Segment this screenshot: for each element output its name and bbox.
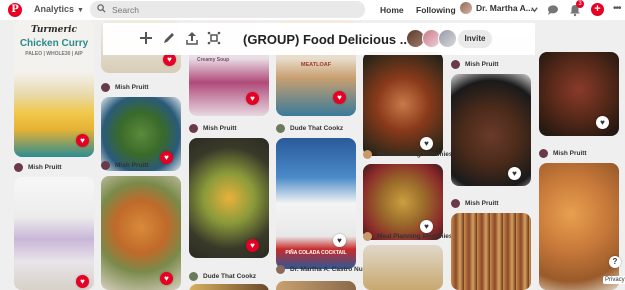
pinterest-logo-icon[interactable]: P <box>8 3 22 17</box>
edit-pencil-icon[interactable] <box>162 31 176 45</box>
save-heart-icon[interactable]: ♥ <box>76 275 89 288</box>
pin-attribution[interactable]: Mish Pruitt <box>189 124 237 133</box>
messages-icon[interactable] <box>546 3 560 17</box>
avatar <box>101 83 110 92</box>
attribution-name: Mish Pruitt <box>203 125 237 132</box>
analytics-label: Analytics <box>34 4 75 14</box>
save-heart-icon[interactable]: ♥ <box>160 151 173 164</box>
avatar <box>363 150 372 159</box>
pin-soup-bowl[interactable]: ♥ <box>363 164 443 240</box>
pin-title: MEATLOAF <box>300 62 332 68</box>
profile-name: Dr. Martha A... <box>476 3 533 13</box>
attribution-name: Mish Pruitt <box>465 61 499 68</box>
pin-title-line1: Turmeric <box>30 25 78 35</box>
notification-count-badge: 3 <box>576 0 584 8</box>
attribution-name: Meal Planning Mommies <box>377 151 453 158</box>
pin-attribution[interactable]: Dude That Cookz <box>189 272 256 281</box>
analytics-menu[interactable]: Analytics ▼ <box>34 4 84 14</box>
create-pin-button[interactable]: + <box>591 3 604 16</box>
save-heart-icon[interactable]: ♥ <box>333 91 346 104</box>
save-heart-icon[interactable]: ♥ <box>508 167 521 180</box>
attribution-name: Dr. Martha A. Castro Nu... <box>290 266 369 273</box>
collaborator-avatar[interactable] <box>438 29 457 48</box>
pin-skewers[interactable] <box>451 213 531 290</box>
pin-roast-beef[interactable]: ♥ <box>539 52 619 136</box>
avatar <box>451 60 460 69</box>
attribution-name: Mish Pruitt <box>115 84 149 91</box>
save-heart-icon[interactable]: ♥ <box>160 272 173 285</box>
more-options-icon[interactable]: ••• <box>613 3 621 14</box>
save-heart-icon[interactable]: ♥ <box>76 134 89 147</box>
add-icon[interactable] <box>139 31 153 45</box>
pin-turmeric-chicken-curry[interactable]: Turmeric Chicken Curry PALEO | WHOLE30 |… <box>14 20 94 157</box>
pin-roasted-vegetables[interactable]: ♥ <box>189 138 269 258</box>
save-heart-icon[interactable]: ♥ <box>596 116 609 129</box>
pin-green-salad[interactable]: ♥ <box>101 97 181 171</box>
avatar <box>363 232 372 241</box>
avatar <box>189 124 198 133</box>
pin-attribution[interactable]: Meal Planning Mommies <box>363 232 453 241</box>
chevron-down-icon: ▼ <box>77 7 84 14</box>
pin-cast-iron-steak[interactable]: ♥ <box>451 74 531 186</box>
pin-attribution[interactable]: Mish Pruitt <box>101 83 149 92</box>
pin-attribution[interactable]: Mish Pruitt <box>451 60 499 69</box>
help-button[interactable]: ? <box>609 256 621 268</box>
pin-attribution[interactable]: Dude That Cookz <box>276 124 343 133</box>
pin-attribution[interactable]: Dr. Martha A. Castro Nu... <box>276 265 368 274</box>
search-bar[interactable] <box>90 1 365 18</box>
board-title: (GROUP) Food Delicious ... <box>243 32 411 47</box>
avatar <box>539 149 548 158</box>
attribution-name: Mish Pruitt <box>28 164 62 171</box>
attribution-name: Mish Pruitt <box>115 162 149 169</box>
invite-button[interactable]: Invite <box>458 30 492 48</box>
save-heart-icon[interactable]: ♥ <box>333 234 346 247</box>
top-navigation-bar: P Analytics▼ Home Following Dr. Martha A… <box>0 0 625 20</box>
organize-icon[interactable] <box>207 31 221 45</box>
attribution-name: Dude That Cookz <box>203 273 257 280</box>
avatar <box>276 265 285 274</box>
avatar <box>460 2 472 14</box>
attribution-name: Meal Planning Mommies <box>377 233 453 240</box>
home-link[interactable]: Home <box>380 5 404 15</box>
pin-lavender-drink[interactable]: ♥ <box>14 177 94 290</box>
pin-grilled-chicken[interactable]: ♥ <box>363 52 443 156</box>
pin-pizza[interactable]: ♥ <box>101 176 181 290</box>
save-heart-icon[interactable]: ♥ <box>246 239 259 252</box>
pin-attribution[interactable]: Mish Pruitt <box>451 199 499 208</box>
pin-food-bottom[interactable] <box>189 284 269 290</box>
save-heart-icon[interactable]: ♥ <box>246 92 259 105</box>
pin-subtitle: PALEO | WHOLE30 | AIP <box>25 51 83 57</box>
profile-button[interactable]: Dr. Martha A... <box>460 2 533 14</box>
attribution-name: Mish Pruitt <box>553 150 587 157</box>
search-input[interactable] <box>112 3 352 16</box>
avatar <box>276 124 285 133</box>
pin-attribution[interactable]: Meal Planning Mommies <box>363 150 453 159</box>
avatar <box>14 163 23 172</box>
avatar <box>101 161 110 170</box>
pin-roasted-potatoes[interactable] <box>539 163 619 290</box>
pin-attribution[interactable]: Mish Pruitt <box>101 161 149 170</box>
pin-attribution[interactable]: Mish Pruitt <box>539 149 587 158</box>
attribution-name: Dude That Cookz <box>290 125 344 132</box>
search-icon <box>97 4 106 13</box>
pin-pina-colada[interactable]: PIÑA COLADA COCKTAIL ♥ <box>276 138 356 269</box>
avatar <box>451 199 460 208</box>
chevron-down-icon[interactable] <box>530 5 539 14</box>
following-link[interactable]: Following <box>416 5 456 15</box>
pin-title: PIÑA COLADA COCKTAIL <box>285 250 347 256</box>
share-upload-icon[interactable] <box>185 31 199 45</box>
pin-title-line2: Chicken Curry <box>19 38 89 49</box>
avatar <box>189 272 198 281</box>
pin-attribution[interactable]: Mish Pruitt <box>14 163 62 172</box>
save-heart-icon[interactable]: ♥ <box>420 137 433 150</box>
pin-food-bottom[interactable] <box>276 281 356 290</box>
pin-food-bottom[interactable] <box>363 245 443 290</box>
board-header: (GROUP) Food Delicious ... Invite <box>103 23 535 55</box>
attribution-name: Mish Pruitt <box>465 200 499 207</box>
privacy-link[interactable]: Privacy <box>603 276 625 284</box>
pin-grid: Turmeric Chicken Curry PALEO | WHOLE30 |… <box>0 20 625 290</box>
